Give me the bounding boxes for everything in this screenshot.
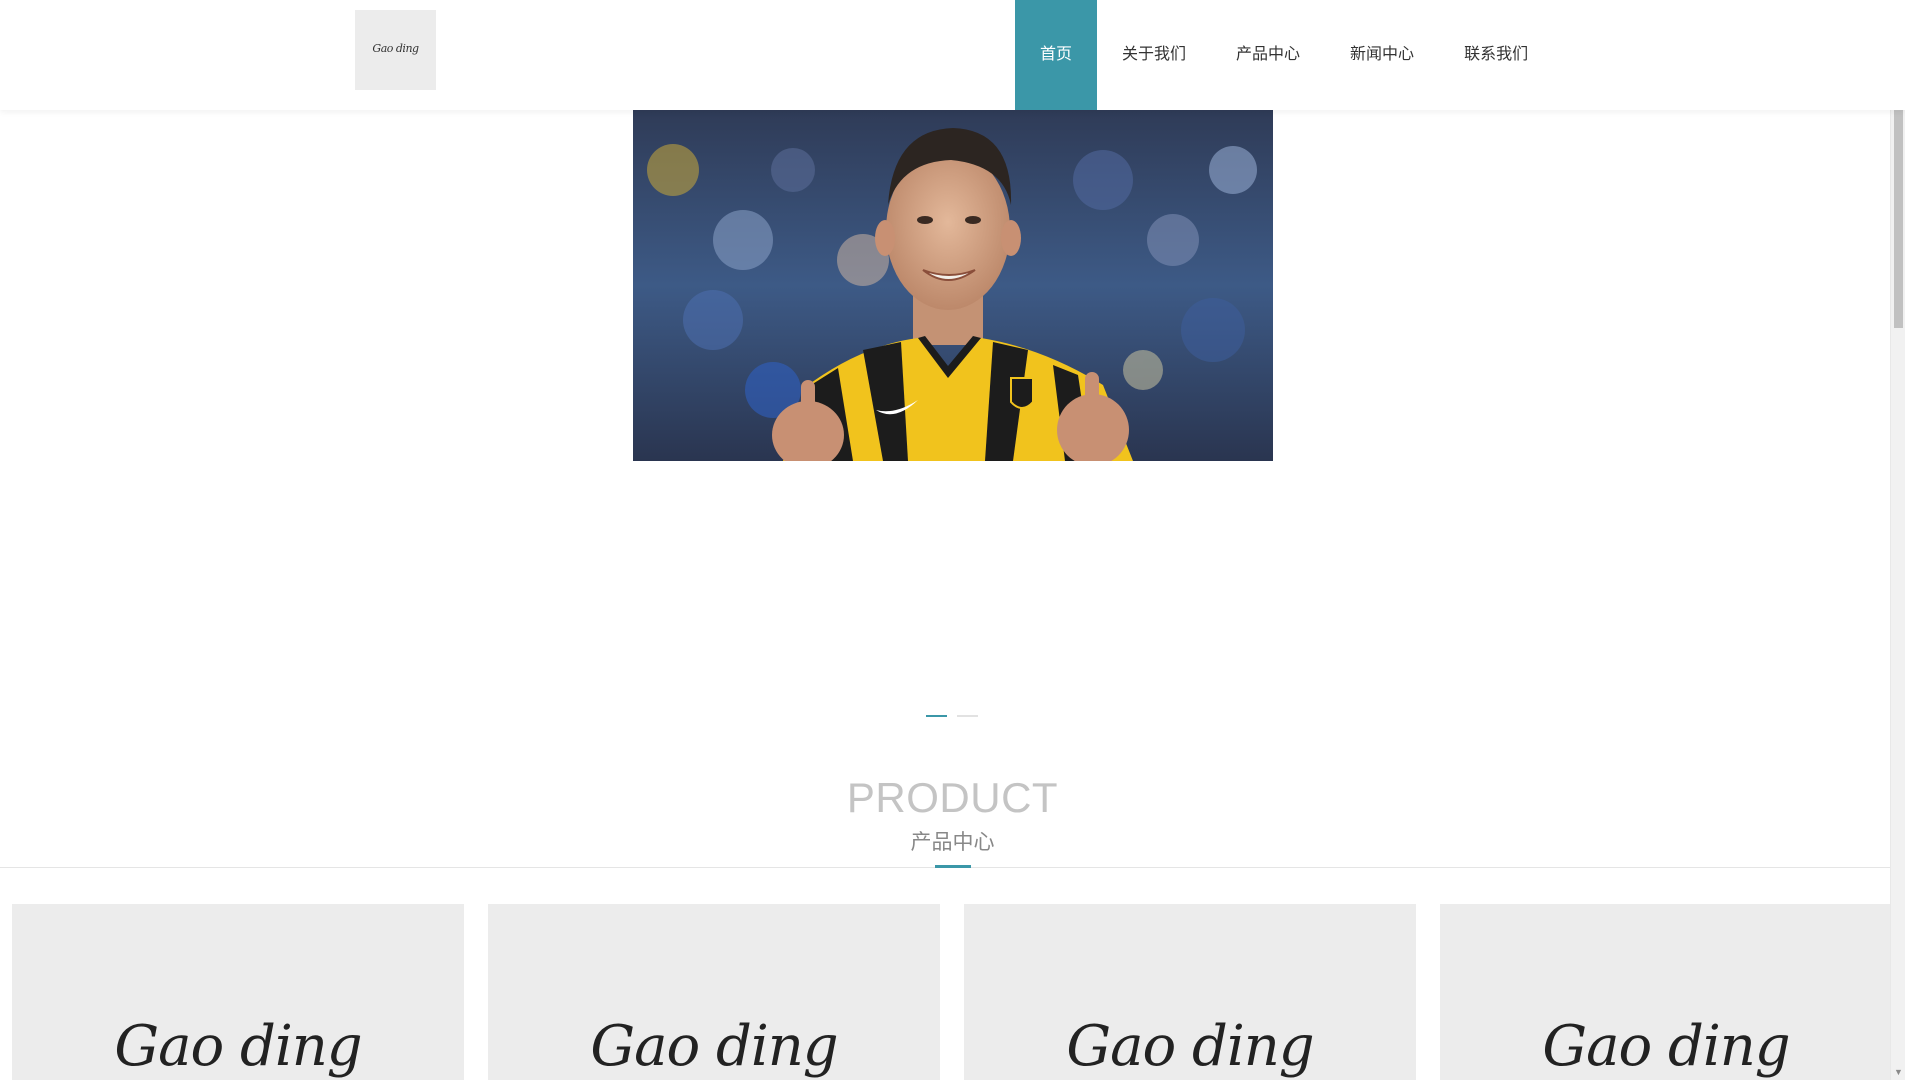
logo-script-text: Gao ding [372, 41, 419, 55]
site-logo[interactable]: Gao ding [355, 10, 436, 90]
nav-item-home[interactable]: 首页 [1015, 0, 1098, 110]
nav-item-contact[interactable]: 联系我们 [1439, 0, 1553, 110]
product-card[interactable]: Gao ding [964, 904, 1416, 1080]
nav-item-about[interactable]: 关于我们 [1097, 0, 1211, 110]
banner-image[interactable] [633, 110, 1273, 461]
banner-photo [633, 110, 1273, 461]
scroll-down-arrow-icon[interactable]: ▼ [1891, 1065, 1905, 1080]
product-card[interactable]: Gao ding [12, 904, 464, 1080]
product-brand-text: Gao ding [1066, 1014, 1314, 1079]
nav-item-products[interactable]: 产品中心 [1211, 0, 1325, 110]
slider-dots [926, 715, 978, 717]
product-card[interactable]: Gao ding [1440, 904, 1892, 1080]
slider-dot-2[interactable] [957, 715, 978, 717]
product-list: Gao ding Gao ding Gao ding Gao ding [12, 904, 1893, 1080]
banner-slider [0, 110, 1905, 730]
section-title-underline [935, 865, 971, 868]
product-brand-text: Gao ding [114, 1014, 362, 1079]
section-title: PRODUCT 产品中心 [0, 770, 1905, 858]
slider-dot-1[interactable] [926, 715, 947, 717]
product-brand-text: Gao ding [590, 1014, 838, 1079]
main-nav: 首页 关于我们 产品中心 新闻中心 联系我们 [1015, 0, 1553, 110]
vertical-scrollbar[interactable]: ▲ ▼ [1890, 0, 1905, 1080]
section-title-en: PRODUCT [846, 774, 1059, 821]
nav-item-news[interactable]: 新闻中心 [1325, 0, 1439, 110]
section-title-cn: 产品中心 [910, 831, 995, 854]
product-card[interactable]: Gao ding [488, 904, 940, 1080]
page: Gao ding 首页 关于我们 产品中心 新闻中心 联系我们 PRODUCT … [0, 0, 1905, 1080]
site-header: Gao ding 首页 关于我们 产品中心 新闻中心 联系我们 [0, 0, 1905, 110]
product-brand-text: Gao ding [1542, 1014, 1790, 1079]
